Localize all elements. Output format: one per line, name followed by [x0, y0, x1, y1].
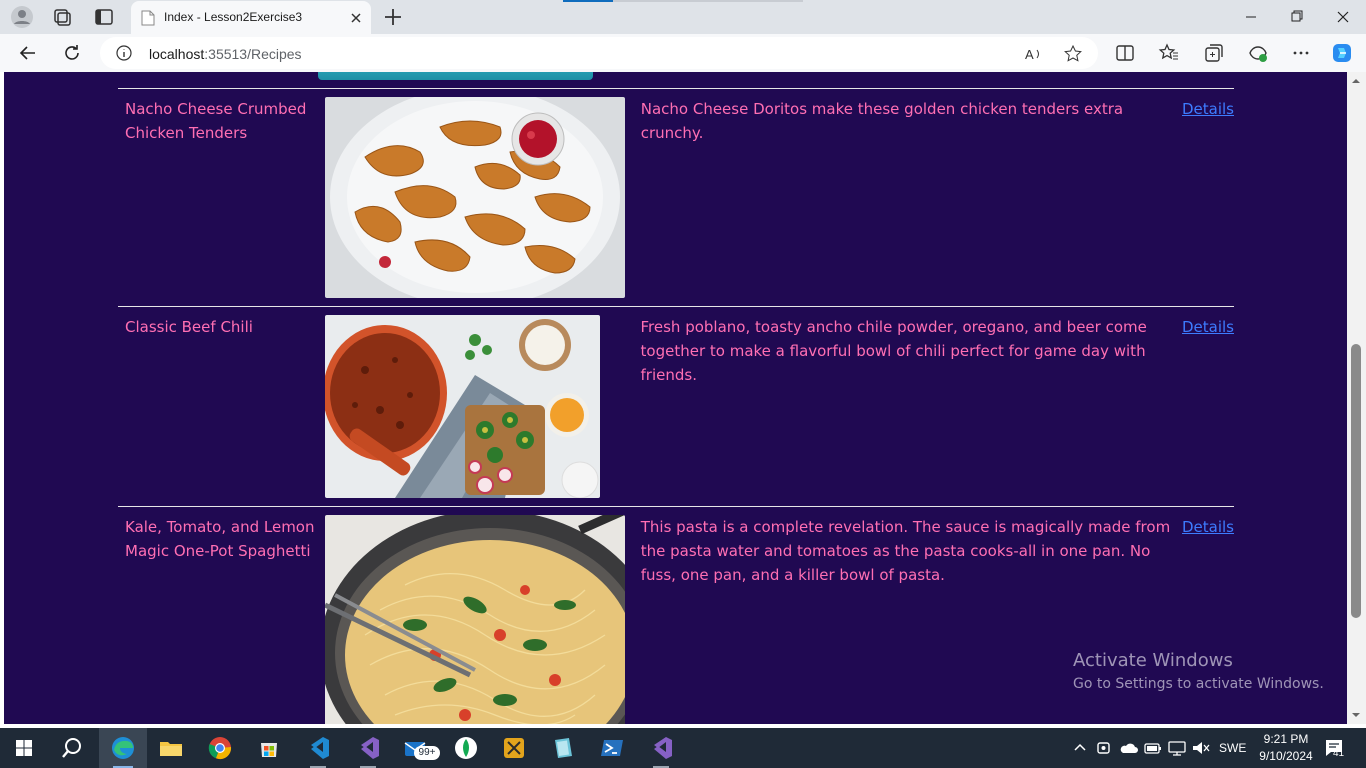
favorite-star-icon[interactable] [1063, 44, 1083, 64]
profile-icon[interactable] [10, 5, 34, 29]
recipe-row: Nacho Cheese Crumbed Chicken Tenders Nac… [118, 89, 1234, 306]
details-link[interactable]: Details [1182, 315, 1234, 498]
recipe-name: Nacho Cheese Crumbed Chicken Tenders [125, 100, 307, 142]
onedrive-cloud-icon[interactable] [1118, 736, 1140, 760]
back-icon[interactable] [16, 41, 40, 65]
start-windows-icon[interactable] [10, 734, 38, 762]
recipe-image [324, 515, 625, 724]
active-tab[interactable]: Index - Lesson2Exercise3 [131, 1, 371, 34]
tab-loading-indicator [563, 0, 613, 2]
mongodb-icon[interactable] [452, 734, 480, 762]
vs-code-icon[interactable] [304, 734, 332, 762]
previous-recipe-image-fragment [318, 72, 593, 80]
address-bar[interactable]: localhost:35513/Recipes A [100, 37, 1098, 69]
input-language[interactable]: SWE [1219, 741, 1246, 755]
recipe-row: Kale, Tomato, and Lemon Magic One-Pot Sp… [118, 507, 1234, 724]
notification-count: 41 [1333, 748, 1345, 759]
copilot-icon[interactable] [1331, 42, 1353, 64]
page-scrollbar[interactable] [1347, 72, 1366, 724]
browser-tab-strip: Index - Lesson2Exercise3 [0, 0, 1366, 34]
visual-studio-icon[interactable] [354, 734, 382, 762]
site-info-icon[interactable] [116, 45, 132, 61]
recipe-description: This pasta is a complete revelation. The… [640, 518, 1171, 584]
page-favicon-icon [141, 10, 155, 26]
page-viewport: Nacho Cheese Crumbed Chicken Tenders Nac… [4, 72, 1347, 724]
windows-taskbar: 99+ SWE 9:21 PM 9/10/2024 41 [0, 728, 1366, 768]
chrome-icon[interactable] [206, 734, 234, 762]
recipe-name: Classic Beef Chili [125, 318, 253, 336]
snipping-tool-icon[interactable] [500, 734, 528, 762]
new-tab-icon[interactable] [382, 6, 404, 28]
details-link[interactable]: Details [1182, 515, 1234, 724]
details-link[interactable]: Details [1182, 97, 1234, 298]
recipe-row: Classic Beef Chili Fresh poblano, toasty… [118, 307, 1234, 506]
activate-windows-title: Activate Windows [1073, 650, 1233, 671]
network-icon[interactable] [1166, 736, 1188, 760]
split-screen-icon[interactable] [1114, 42, 1136, 64]
recipes-table: Nacho Cheese Crumbed Chicken Tenders Nac… [118, 72, 1234, 724]
edge-browser-icon[interactable] [109, 734, 137, 762]
search-icon[interactable] [58, 734, 86, 762]
powershell-icon[interactable] [598, 734, 626, 762]
close-tab-icon[interactable] [347, 9, 365, 27]
recipe-image [324, 97, 625, 298]
recipe-image [324, 315, 625, 498]
close-window-icon[interactable] [1320, 4, 1366, 30]
browser-essentials-icon[interactable] [1247, 42, 1269, 64]
microsoft-store-icon[interactable] [255, 734, 283, 762]
volume-muted-icon[interactable] [1190, 736, 1212, 760]
meet-now-icon[interactable] [1094, 736, 1116, 760]
favorites-icon[interactable] [1158, 42, 1180, 64]
beef-chili-pot-photo [324, 315, 600, 498]
tab-title: Index - Lesson2Exercise3 [164, 10, 303, 24]
browser-toolbar: localhost:35513/Recipes A [0, 34, 1366, 72]
recipe-name: Kale, Tomato, and Lemon Magic One-Pot Sp… [125, 518, 315, 560]
scroll-down-arrow-icon[interactable] [1351, 710, 1361, 720]
battery-icon[interactable] [1142, 736, 1164, 760]
notes-app-icon[interactable] [549, 734, 577, 762]
clock-date[interactable]: 9/10/2024 [1250, 749, 1322, 763]
collections-icon[interactable] [1203, 42, 1225, 64]
mail-badge: 99+ [414, 746, 440, 760]
activate-windows-subtitle: Go to Settings to activate Windows. [1073, 676, 1324, 692]
file-explorer-icon[interactable] [157, 734, 185, 762]
vertical-tabs-icon[interactable] [92, 5, 116, 29]
fried-chicken-tenders-photo [324, 97, 625, 298]
url-text[interactable]: localhost:35513/Recipes [149, 46, 302, 62]
workspaces-icon[interactable] [50, 5, 74, 29]
tab-loading-track [613, 0, 803, 2]
visual-studio-2-icon[interactable] [647, 734, 675, 762]
clock-time[interactable]: 9:21 PM [1256, 732, 1316, 746]
restore-icon[interactable] [1274, 4, 1320, 30]
recipe-description: Nacho Cheese Doritos make these golden c… [640, 100, 1124, 142]
more-options-icon[interactable] [1290, 42, 1312, 64]
scroll-up-arrow-icon[interactable] [1351, 76, 1361, 86]
scroll-thumb[interactable] [1351, 344, 1361, 618]
read-aloud-icon[interactable]: A [1023, 44, 1043, 64]
show-hidden-icons-chevron-icon[interactable] [1068, 736, 1092, 760]
refresh-icon[interactable] [60, 41, 84, 65]
svg-text:A: A [1025, 47, 1034, 62]
recipe-description: Fresh poblano, toasty ancho chile powder… [640, 318, 1147, 384]
spaghetti-pan-photo [324, 515, 625, 724]
minimize-icon[interactable] [1228, 4, 1274, 30]
